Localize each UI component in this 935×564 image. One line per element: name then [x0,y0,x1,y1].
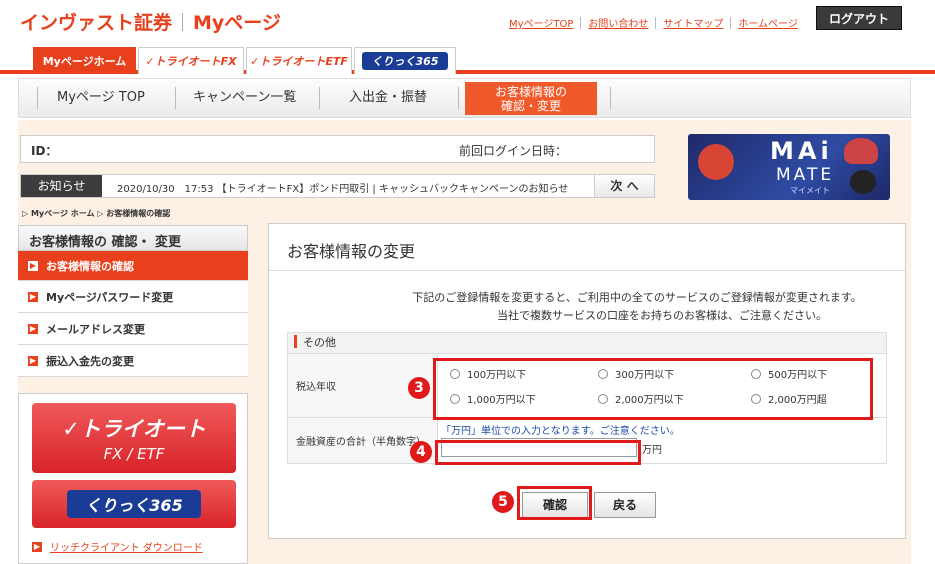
tab-mypage-home[interactable]: Myページホーム [33,47,136,74]
link-homepage[interactable]: ホームページ [738,19,798,30]
triauto-banner-sub: FX / ETF [103,445,165,463]
side-item-confirm-info[interactable]: ▶ お客様情報の確認 [18,251,248,281]
notice: 下記のご登録情報を変更すると、ご利用中の全てのサービスのご登録情報が変更されます… [269,289,905,325]
arrow-right-icon: ▶ [28,291,38,302]
maimate-banner[interactable]: MAi MATE マイメイト [688,134,890,200]
id-label: ID： [31,144,58,158]
arrow-right-icon: ▶ [32,541,42,552]
breadcrumb: ▷ Myページ ホーム ▷ お客様情報の確認 [22,209,171,218]
assets-unit: 万円 [642,445,662,456]
banner-mate: MATE [776,165,835,185]
link-sitemap[interactable]: サイトマップ [663,19,723,30]
click365-banner[interactable]: くりっく365 [32,480,236,528]
news-text[interactable]: 2020/10/30 17:53 【トライオートFX】ポンド円取引 | キャッシ… [117,180,568,195]
account-info-box: ID： 前回ログイン日時： [20,135,655,163]
triauto-banner[interactable]: ✓トライオート FX / ETF [32,403,236,473]
notice-line-2: 当社で複数サービスの口座をお持ちのお客様は、ご注意ください。 [497,309,827,322]
back-button[interactable]: 戻る [594,492,656,518]
nav-customer-info-line2: 確認・変更 [500,99,561,113]
assets-hint: 「万円」単位での入力となります。ご注意ください。 [441,426,680,437]
side-item-label: 振込入金先の変更 [46,354,134,368]
brand-name: インヴァスト証券 [20,12,173,34]
tab-triauto-fx[interactable]: ✓ トライオートFX [138,47,244,74]
download-label: リッチクライアント ダウンロード [50,543,203,554]
product-tabs: Myページホーム ✓ トライオートFX ✓ トライオートETF くりっく365 [33,47,456,74]
arrow-right-icon: ▶ [28,260,38,271]
triauto-banner-title: ✓トライオート [62,417,206,441]
section-bar [294,335,297,348]
tab-triauto-etf[interactable]: ✓ トライオートETF [246,47,352,74]
banner-kana: マイメイト [790,186,830,195]
nav-customer-info-line1: お客様情報の [494,85,567,99]
title-divider [269,270,905,271]
global-nav: Myページ TOP キャンペーン一覧 入出金・振替 お客様情報の 確認・変更 [18,78,911,118]
highlight-assets [435,440,641,465]
page: インヴァスト証券 Myページ MyページTOP お問い合わせ サイトマップ ホームページ… [0,0,935,564]
news-bar: お知らせ 2020/10/30 17:53 【トライオートFX】ポンド円取引 |… [20,174,655,198]
tab-click365[interactable]: くりっく365 [354,47,456,74]
brand-sub: Myページ [193,12,281,34]
mascot-penguin-icon [850,170,876,194]
arrow-right-icon: ▶ [28,355,38,366]
mascot-mushroom-icon [844,138,878,164]
tab-triauto-fx-label: トライオートFX [154,55,237,68]
banner-mai: MAi [770,137,833,165]
step-marker-5: 5 [492,491,514,513]
side-item-email[interactable]: ▶ メールアドレス変更 [18,313,248,345]
check-icon: ✓ [145,54,155,68]
notice-line-1: 下記のご登録情報を変更すると、ご利用中の全てのサービスのご登録情報が変更されます… [412,291,862,304]
news-badge: お知らせ [21,175,102,197]
highlight-confirm [517,486,592,520]
step-marker-4: 4 [410,441,432,463]
arrow-right-icon: ▶ [28,323,38,334]
mascot-red-icon [698,144,734,180]
click365-label: くりっく365 [67,490,201,518]
rich-client-download-link[interactable]: ▶ リッチクライアント ダウンロード [32,539,203,554]
tab-click365-label: くりっく365 [361,52,449,70]
nav-customer-info[interactable]: お客様情報の 確認・変更 [465,82,597,115]
top-links: MyページTOP お問い合わせ サイトマップ ホームページ [509,15,798,30]
last-login-label: 前回ログイン日時： [459,144,568,158]
page-title: お客様情報の変更 [287,242,416,261]
section-title: その他 [303,336,336,349]
side-menu: お客様情報の 確認・ 変更 ▶ お客様情報の確認 ▶ Myページパスワード変更 ▶ メ… [18,225,248,377]
nav-campaigns[interactable]: キャンペーン一覧 [193,79,296,117]
brand-divider [182,13,184,31]
side-menu-heading: お客様情報の 確認・ 変更 [18,225,248,251]
step-marker-3: 3 [408,377,430,399]
section-header: その他 [287,332,887,354]
side-item-label: Myページパスワード変更 [46,290,174,304]
nav-mypage-top[interactable]: Myページ TOP [57,79,145,117]
brand-logo[interactable]: インヴァスト証券 Myページ [20,8,281,35]
tab-triauto-etf-label: トライオートETF [259,55,348,68]
check-icon: ✓ [250,54,260,68]
link-contact[interactable]: お問い合わせ [588,19,648,30]
news-next-button[interactable]: 次 へ [594,175,654,197]
promo-panel: ✓トライオート FX / ETF くりっく365 ▶ リッチクライアント ダウンロ… [18,393,248,564]
side-item-label: メールアドレス変更 [46,322,145,336]
side-item-label: お客様情報の確認 [46,259,134,273]
link-mypage-top[interactable]: MyページTOP [509,19,573,30]
side-item-bank[interactable]: ▶ 振込入金先の変更 [18,345,248,377]
logout-button[interactable]: ログアウト [816,6,902,30]
nav-deposit-withdraw[interactable]: 入出金・振替 [349,79,427,117]
side-item-password[interactable]: ▶ Myページパスワード変更 [18,281,248,313]
highlight-income [433,358,873,420]
